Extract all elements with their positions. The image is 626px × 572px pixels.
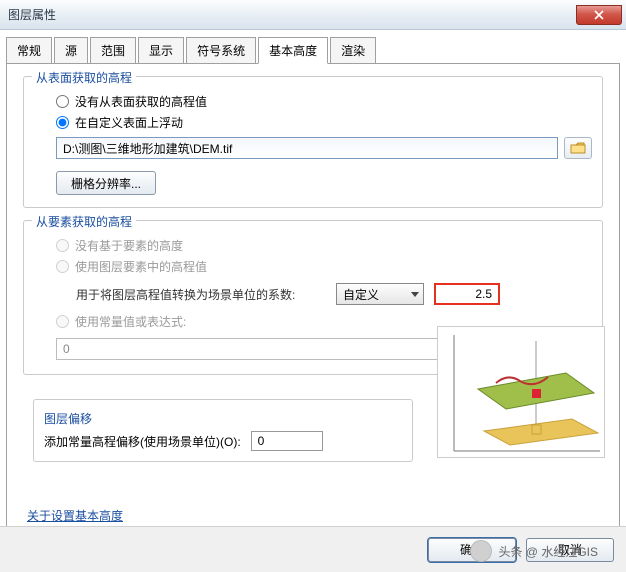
group-offset: 图层偏移 添加常量高程偏移(使用场景单位)(O): — [33, 399, 413, 462]
group-label: 从表面获取的高程 — [32, 69, 136, 86]
close-icon — [594, 10, 604, 20]
units-dropdown[interactable]: 自定义 — [336, 283, 424, 305]
opt-no-feature: 没有基于要素的高度 — [56, 237, 592, 254]
opt-float-surface[interactable]: 在自定义表面上浮动 — [56, 114, 592, 131]
tabs: 常规 源 范围 显示 符号系统 基本高度 渲染 — [6, 36, 626, 63]
avatar — [470, 540, 492, 562]
offset-title: 图层偏移 — [44, 410, 402, 427]
radio-constant-expr — [56, 315, 69, 328]
offset-label: 添加常量高程偏移(使用场景单位)(O): — [44, 433, 241, 450]
tab-source[interactable]: 源 — [54, 37, 88, 64]
tab-base-heights[interactable]: 基本高度 — [258, 37, 328, 64]
tab-extent[interactable]: 范围 — [90, 37, 136, 64]
preview-diagram — [437, 326, 605, 458]
tab-symbology[interactable]: 符号系统 — [186, 37, 256, 64]
watermark: 头条 @ 水经注GIS — [470, 540, 598, 562]
close-button[interactable] — [576, 5, 622, 25]
group-surface-elev: 从表面获取的高程 没有从表面获取的高程值 在自定义表面上浮动 栅格分辨率... — [23, 76, 603, 208]
tab-panel: 从表面获取的高程 没有从表面获取的高程值 在自定义表面上浮动 栅格分辨率... … — [6, 63, 620, 545]
radio-no-feature — [56, 239, 69, 252]
radio-use-layer-elev — [56, 260, 69, 273]
radio-no-surface[interactable] — [56, 95, 69, 108]
tab-display[interactable]: 显示 — [138, 37, 184, 64]
help-link[interactable]: 关于设置基本高度 — [27, 507, 123, 524]
tab-rendering[interactable]: 渲染 — [330, 37, 376, 64]
browse-button[interactable] — [564, 137, 592, 159]
factor-label: 用于将图层高程值转换为场景单位的系数: — [76, 286, 336, 303]
radio-float-surface[interactable] — [56, 116, 69, 129]
group-label: 从要素获取的高程 — [32, 213, 136, 230]
title-bar: 图层属性 — [0, 0, 626, 30]
folder-icon — [570, 141, 586, 155]
conversion-factor-input[interactable] — [434, 283, 500, 305]
surface-path-input[interactable] — [56, 137, 558, 159]
opt-use-layer-elev: 使用图层要素中的高程值 — [56, 258, 592, 275]
opt-no-surface[interactable]: 没有从表面获取的高程值 — [56, 93, 592, 110]
window-title: 图层属性 — [8, 6, 56, 23]
offset-input[interactable] — [251, 431, 323, 451]
raster-resolution-button[interactable]: 栅格分辨率... — [56, 171, 156, 195]
tab-general[interactable]: 常规 — [6, 37, 52, 64]
chevron-down-icon — [411, 292, 419, 297]
